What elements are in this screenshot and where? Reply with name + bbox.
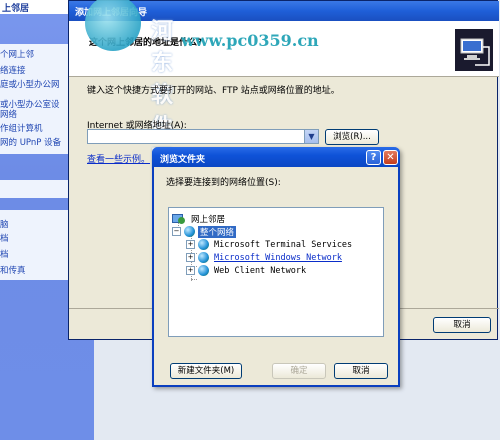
network-places-icon: [172, 213, 186, 224]
wizard-cancel-button[interactable]: 取消: [433, 317, 491, 333]
address-combobox[interactable]: ▼: [87, 129, 319, 144]
task-link[interactable]: 庭或小型办公网: [0, 78, 60, 90]
chevron-down-icon[interactable]: ▼: [304, 130, 318, 143]
task-link[interactable]: 网络: [0, 108, 17, 120]
tree-label: Microsoft Windows Network: [214, 252, 342, 263]
network-place-icon: [455, 29, 493, 71]
tree-item[interactable]: + Microsoft Windows Network: [186, 251, 344, 264]
browse-titlebar[interactable]: 浏览文件夹: [152, 147, 400, 167]
tree-label: Microsoft Terminal Services: [214, 239, 353, 250]
watermark-url: www.pc0359.cn: [181, 31, 319, 50]
place-link[interactable]: 脑: [0, 218, 9, 230]
browse-button[interactable]: 浏览(R)...: [325, 129, 379, 145]
wizard-instruction: 键入这个快捷方式要打开的网站、FTP 站点或网络位置的地址。: [87, 86, 340, 96]
browse-title: 浏览文件夹: [160, 155, 206, 165]
new-folder-button[interactable]: 新建文件夹(M): [170, 363, 242, 379]
browse-cancel-button[interactable]: 取消: [334, 363, 388, 379]
expand-icon[interactable]: +: [186, 253, 195, 262]
place-link[interactable]: 档: [0, 248, 9, 260]
tree-label: 整个网络: [198, 225, 237, 238]
examples-link[interactable]: 查看一些示例。: [87, 152, 150, 165]
browse-prompt: 选择要连接到的网络位置(S):: [166, 178, 281, 188]
task-link[interactable]: 网的 UPnP 设备: [0, 136, 61, 148]
place-link[interactable]: 档: [0, 232, 9, 244]
task-link[interactable]: 个网上邻: [0, 48, 34, 60]
tree-item[interactable]: + Microsoft Terminal Services: [186, 238, 354, 251]
collapse-icon[interactable]: −: [172, 227, 181, 236]
network-tree-view[interactable]: 网上邻居 − 整个网络 + Microsoft Terminal Service…: [168, 207, 384, 337]
globe-icon: [198, 265, 209, 276]
globe-icon: [198, 252, 209, 263]
tree-item-entire-network[interactable]: − 整个网络: [172, 225, 237, 238]
tree-item-network-places[interactable]: 网上邻居: [172, 212, 227, 225]
close-icon[interactable]: ✕: [383, 150, 398, 165]
globe-icon: [184, 226, 195, 237]
tree-item[interactable]: + Web Client Network: [186, 264, 308, 277]
tree-label: Web Client Network: [214, 265, 307, 276]
browse-folder-dialog: 浏览文件夹 ? ✕ 选择要连接到的网络位置(S): 网上邻居 − 整个网络 + …: [152, 147, 400, 387]
help-icon[interactable]: ?: [366, 150, 381, 165]
task-link[interactable]: 作组计算机: [0, 122, 43, 134]
place-link[interactable]: 和传真: [0, 264, 26, 276]
expand-icon[interactable]: +: [186, 266, 195, 275]
tree-label: 网上邻居: [191, 214, 226, 225]
task-link[interactable]: 络连接: [0, 64, 26, 76]
expand-icon[interactable]: +: [186, 240, 195, 249]
globe-icon: [198, 239, 209, 250]
ok-button[interactable]: 确定: [272, 363, 326, 379]
